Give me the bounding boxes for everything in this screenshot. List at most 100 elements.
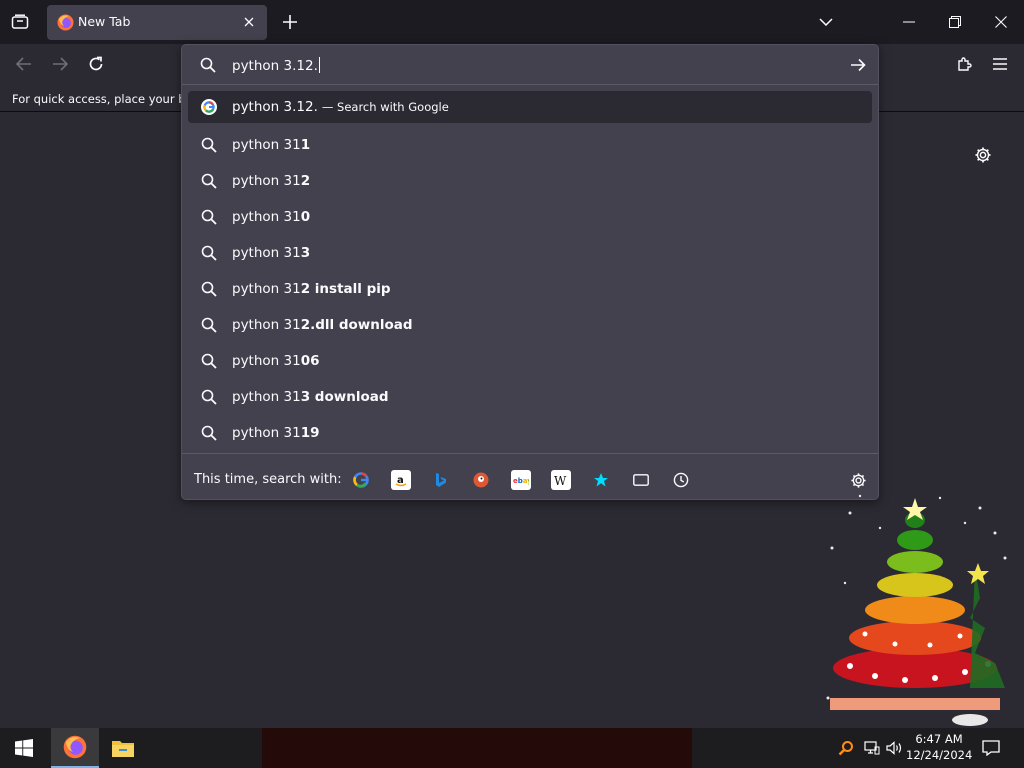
result-text: python 3.12. — Search with Google xyxy=(232,99,449,115)
result-text: python 313 xyxy=(232,245,310,261)
window-close-button[interactable] xyxy=(990,12,1012,32)
text-caret xyxy=(318,57,320,73)
newtab-settings-gear-icon[interactable] xyxy=(973,145,993,165)
results-list: python 3.12. — Search with Google python 3… xyxy=(182,91,878,451)
result-prefix: python 31 xyxy=(232,173,301,189)
close-icon[interactable] xyxy=(241,14,257,30)
result-prefix: python 31 xyxy=(232,245,301,261)
windows-start-icon[interactable] xyxy=(0,728,48,768)
search-icon xyxy=(200,424,218,442)
taskbar-file-explorer-icon[interactable] xyxy=(99,728,147,768)
result-row[interactable]: python 310 xyxy=(188,199,872,235)
duckduckgo-icon[interactable] xyxy=(471,470,491,490)
result-completion: 2 install pip xyxy=(300,281,391,297)
search-icon xyxy=(200,136,218,154)
search-icon xyxy=(200,280,218,298)
forward-arrow-icon[interactable] xyxy=(48,52,72,76)
result-prefix: python 3.12. xyxy=(232,99,318,115)
tabs-icon[interactable] xyxy=(631,470,651,490)
search-tray-icon[interactable] xyxy=(836,738,856,758)
minimize-button[interactable] xyxy=(898,12,920,32)
result-row[interactable]: python 312 xyxy=(188,163,872,199)
result-prefix: python 31 xyxy=(232,425,301,441)
result-prefix: python 31 xyxy=(232,389,301,405)
clock-time: 6:47 AM xyxy=(915,732,963,746)
network-icon[interactable] xyxy=(862,738,882,758)
amazon-icon[interactable]: a xyxy=(391,470,411,490)
search-icon xyxy=(200,208,218,226)
one-off-label: This time, search with: xyxy=(194,472,342,487)
result-row[interactable]: python 312.dll download xyxy=(188,307,872,343)
result-completion: 2 xyxy=(300,173,311,189)
bing-icon[interactable] xyxy=(431,470,451,490)
search-icon xyxy=(200,244,218,262)
result-text: python 3119 xyxy=(232,425,320,441)
result-text: python 3106 xyxy=(232,353,320,369)
result-completion: 2.dll download xyxy=(300,317,413,333)
reload-icon[interactable] xyxy=(84,52,108,76)
search-icon xyxy=(200,388,218,406)
bookmarks-hint-text: For quick access, place your boo xyxy=(12,92,200,106)
result-row[interactable]: python 311 xyxy=(188,127,872,163)
result-completion: 1 xyxy=(300,137,311,153)
result-row[interactable]: python 3106 xyxy=(188,343,872,379)
ebay-icon[interactable]: ebay xyxy=(511,470,531,490)
result-completion: 3 download xyxy=(300,389,389,405)
tab-strip: New Tab xyxy=(0,0,1024,44)
one-off-search-bar: This time, search with: a ebay W xyxy=(182,453,878,499)
taskbar-firefox-icon[interactable] xyxy=(51,728,99,768)
result-prefix: python 31 xyxy=(232,209,301,225)
result-completion: 0 xyxy=(300,209,311,225)
result-completion: 06 xyxy=(300,353,320,369)
result-text: python 313 download xyxy=(232,389,389,405)
search-icon xyxy=(200,316,218,334)
tab-new-tab[interactable]: New Tab xyxy=(47,5,267,40)
urlbar-popup: python 3.12. python 3.12. — Search with G… xyxy=(181,44,879,500)
result-completion: 3 xyxy=(300,245,311,261)
wikipedia-icon[interactable]: W xyxy=(551,470,571,490)
google-icon[interactable] xyxy=(351,470,371,490)
svg-text:ebay: ebay xyxy=(513,477,529,485)
result-row[interactable]: python 313 xyxy=(188,235,872,271)
tab-title: New Tab xyxy=(78,14,131,29)
search-icon xyxy=(200,172,218,190)
result-row[interactable]: python 3119 xyxy=(188,415,872,451)
urlbar-input[interactable]: python 3.12. xyxy=(232,57,320,74)
volume-icon[interactable] xyxy=(885,738,905,758)
notification-center-icon[interactable] xyxy=(980,738,1002,758)
taskbar: 6:47 AM 12/24/2024 xyxy=(0,728,1024,768)
clock-date: 12/24/2024 xyxy=(906,748,973,762)
bookmarks-star-icon[interactable] xyxy=(591,470,611,490)
firefox-view-icon[interactable] xyxy=(8,11,32,33)
search-icon xyxy=(200,352,218,370)
extensions-icon[interactable] xyxy=(952,52,976,76)
result-text: python 312 install pip xyxy=(232,281,391,297)
history-icon[interactable] xyxy=(671,470,691,490)
result-prefix: python 31 xyxy=(232,317,301,333)
search-icon xyxy=(199,56,217,74)
result-row[interactable]: python 3.12. — Search with Google xyxy=(188,91,872,123)
urlbar-input-value: python 3.12. xyxy=(232,58,318,74)
new-tab-button[interactable] xyxy=(279,11,301,33)
result-row[interactable]: python 313 download xyxy=(188,379,872,415)
firefox-icon xyxy=(57,14,74,31)
result-text: python 312.dll download xyxy=(232,317,413,333)
go-arrow-icon[interactable] xyxy=(848,55,868,75)
google-icon xyxy=(200,98,218,116)
result-prefix: python 31 xyxy=(232,281,301,297)
result-row[interactable]: python 312 install pip xyxy=(188,271,872,307)
search-settings-gear-icon[interactable] xyxy=(848,470,868,490)
svg-text:W: W xyxy=(554,474,567,487)
result-prefix: python 31 xyxy=(232,353,301,369)
result-action-label: — Search with Google xyxy=(321,100,449,114)
chevron-down-icon[interactable] xyxy=(816,12,836,32)
back-arrow-icon[interactable] xyxy=(12,52,36,76)
urlbar-input-row[interactable]: python 3.12. xyxy=(182,45,878,85)
result-prefix: python 31 xyxy=(232,137,301,153)
result-text: python 311 xyxy=(232,137,310,153)
system-clock[interactable]: 6:47 AM 12/24/2024 xyxy=(906,731,972,763)
taskbar-wallpaper-area xyxy=(262,728,692,768)
result-completion: 19 xyxy=(300,425,320,441)
restore-button[interactable] xyxy=(944,12,966,32)
menu-hamburger-icon[interactable] xyxy=(988,52,1012,76)
